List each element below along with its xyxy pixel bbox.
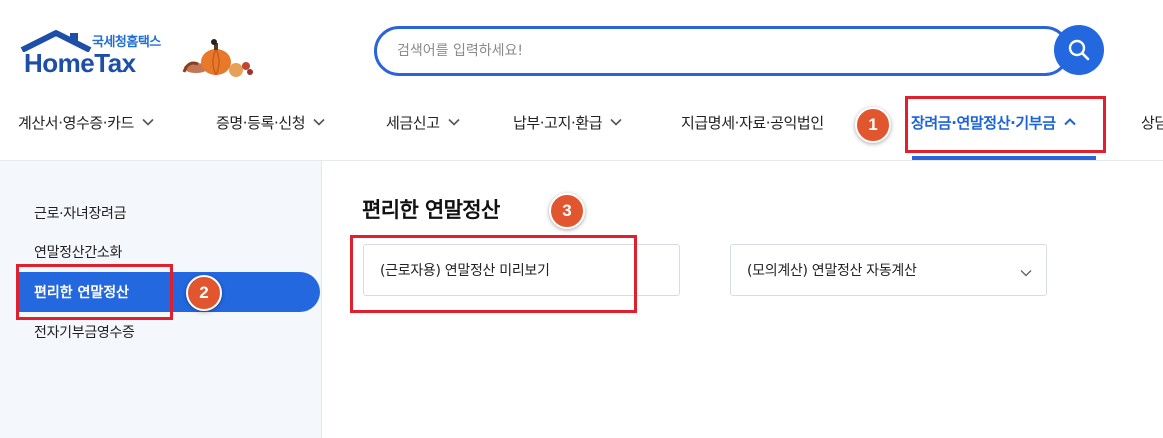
page-title: 편리한 연말정산 [362, 198, 500, 222]
chevron-down-icon [448, 118, 460, 126]
gnb-item-payment-statement[interactable]: 지급명세·자료·공익법인 [681, 96, 824, 148]
gnb-item-certificate[interactable]: 증명·등록·신청 [216, 96, 325, 148]
annotation-badge-2: 2 [186, 275, 222, 311]
gnb-item-payment[interactable]: 납부·고지·환급 [513, 96, 622, 148]
logo-name: HomeTax [24, 48, 136, 78]
annotation-box-1 [905, 96, 1106, 153]
chevron-down-icon [1020, 265, 1032, 281]
sidebar-item-e-donation-receipt[interactable]: 전자기부금영수증 [34, 322, 135, 342]
gnb-item-label: 계산서·영수증·카드 [18, 113, 134, 132]
gnb-item-invoice[interactable]: 계산서·영수증·카드 [18, 96, 154, 148]
chevron-down-icon [610, 118, 622, 126]
hometax-logo[interactable]: 국세청홈택스 HomeTax [16, 28, 266, 84]
gnb-item-label: 상담 [1141, 113, 1163, 132]
sidebar-item-work-child-incentive[interactable]: 근로·자녀장려금 [34, 203, 127, 223]
search-input[interactable] [397, 29, 1037, 73]
yearend-calc-label: (모의계산) 연말정산 자동계산 [747, 263, 917, 279]
annotation-box-2 [16, 264, 173, 320]
annotation-badge-1: 1 [855, 107, 891, 143]
sidebar-item-yearend-simplified[interactable]: 연말정산간소화 [34, 242, 122, 262]
gnb-item-label: 납부·고지·환급 [513, 113, 603, 132]
search-icon [1068, 39, 1090, 61]
gnb-item-tax-report[interactable]: 세금신고 [386, 96, 460, 148]
gnb-item-label: 증명·등록·신청 [216, 113, 306, 132]
gnb-item-label: 지급명세·자료·공익법인 [681, 113, 824, 132]
gnb-item-label: 세금신고 [386, 113, 440, 132]
search-button[interactable] [1054, 25, 1104, 75]
yearend-calc-select[interactable]: (모의계산) 연말정산 자동계산 [730, 244, 1047, 296]
annotation-badge-3: 3 [549, 193, 585, 229]
annotation-box-3 [350, 235, 637, 313]
pumpkin-decoration-icon [182, 39, 253, 77]
gnb-item-consult[interactable]: 상담 [1141, 96, 1163, 148]
chevron-down-icon [142, 118, 154, 126]
search-bar [374, 26, 1070, 76]
chevron-down-icon [313, 118, 325, 126]
